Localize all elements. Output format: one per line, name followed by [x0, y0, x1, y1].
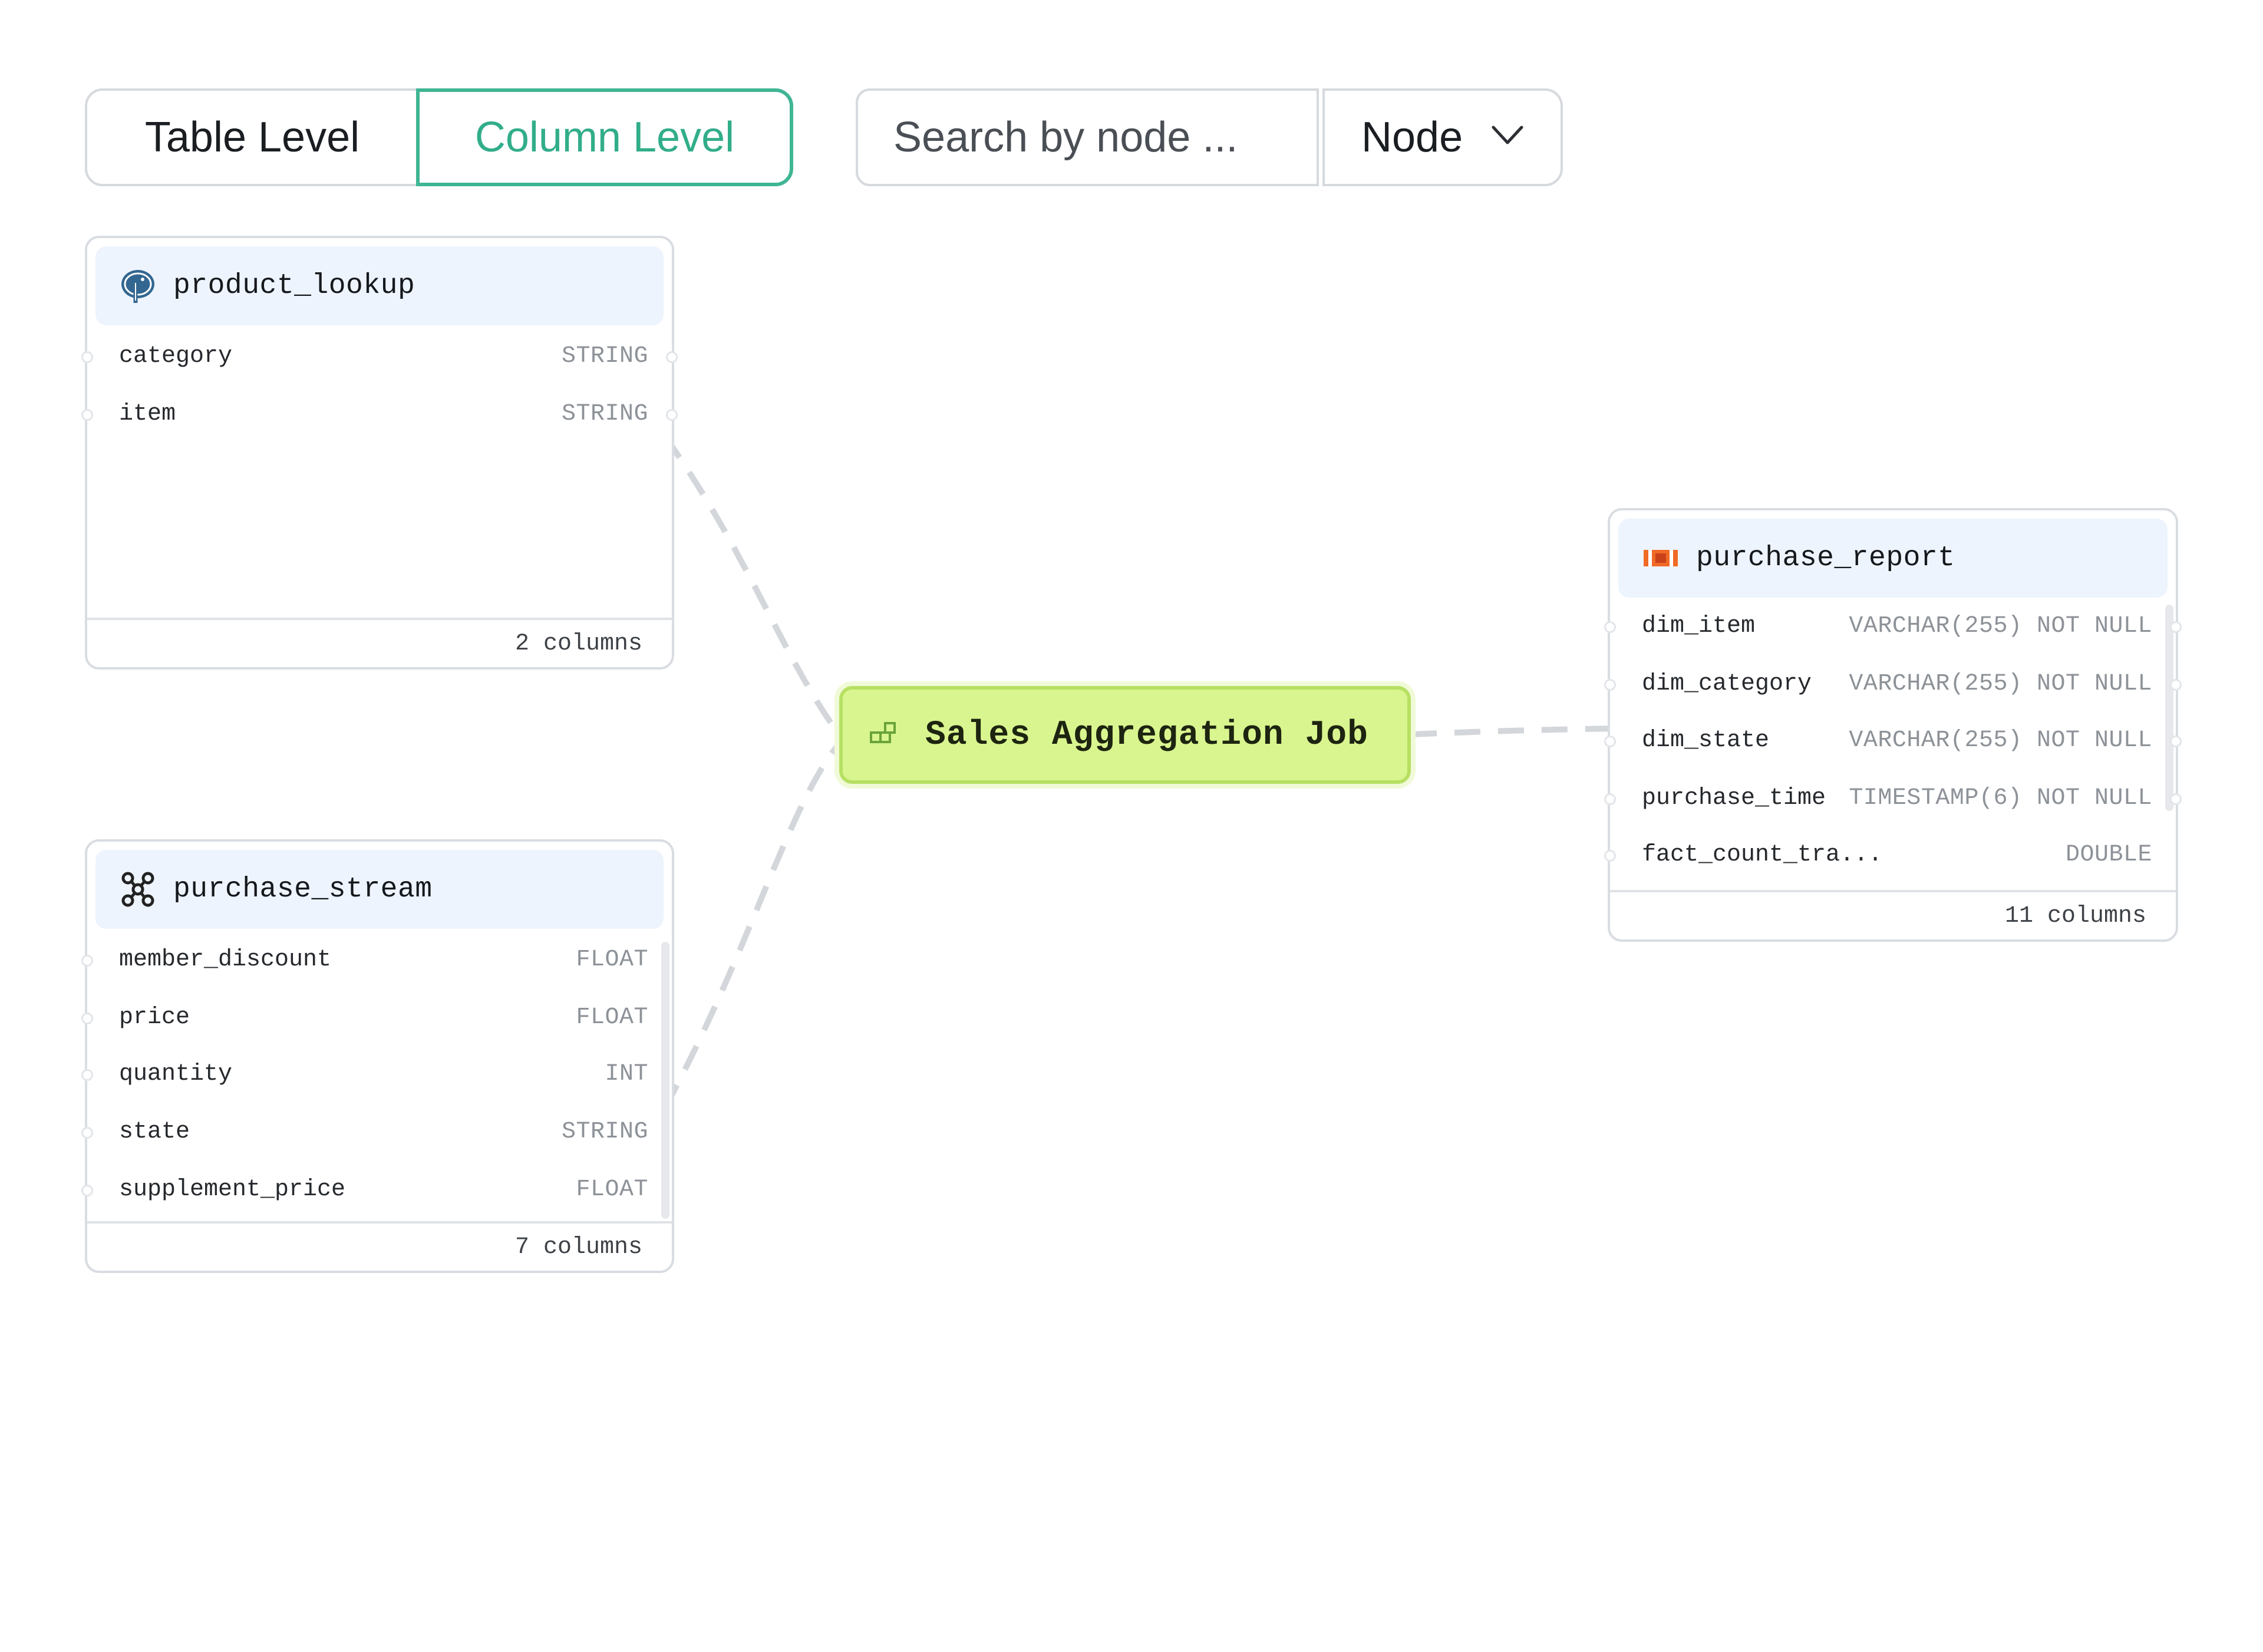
- column-type: VARCHAR(255) NOT NULL: [1849, 670, 2152, 697]
- kafka-stream-icon: [117, 868, 159, 911]
- column-row-category[interactable]: category STRING: [119, 338, 648, 374]
- column-count: 7 columns: [514, 1234, 642, 1261]
- column-type: VARCHAR(255) NOT NULL: [1849, 612, 2152, 639]
- card-title: purchase_stream: [173, 873, 433, 905]
- node-card-product-lookup[interactable]: product_lookup category STRING item STRI…: [81, 236, 678, 670]
- table-level-label: Table Level: [144, 114, 360, 161]
- column-type: TIMESTAMP(6) NOT NULL: [1849, 784, 2152, 812]
- node-card-purchase-stream[interactable]: purchase_stream member_discount FLOAT pr…: [81, 839, 674, 1273]
- card-header[interactable]: purchase_stream: [95, 850, 664, 929]
- input-port[interactable]: [81, 409, 93, 421]
- column-type: FLOAT: [576, 946, 648, 973]
- input-port[interactable]: [1604, 736, 1616, 747]
- card-header[interactable]: product_lookup: [95, 246, 664, 325]
- column-name: dim_category: [1642, 670, 1812, 697]
- column-name: fact_count_tra...: [1642, 841, 1883, 868]
- column-count-footer: 7 columns: [87, 1221, 672, 1271]
- edge-job-to-purchase-report[interactable]: [1410, 726, 1615, 737]
- column-row-purchase-time[interactable]: purchase_time TIMESTAMP(6) NOT NULL: [1642, 780, 2152, 816]
- input-port[interactable]: [81, 1013, 93, 1024]
- output-port[interactable]: [2170, 793, 2182, 805]
- input-port[interactable]: [1604, 850, 1616, 862]
- card-header[interactable]: purchase_report: [1618, 519, 2168, 598]
- column-type: DOUBLE: [2065, 841, 2152, 868]
- column-name: dim_state: [1642, 727, 1770, 754]
- job-node-label: Sales Aggregation Job: [925, 715, 1368, 754]
- table-level-button[interactable]: Table Level: [85, 88, 420, 186]
- scrollbar[interactable]: [2165, 605, 2173, 811]
- column-name: state: [119, 1118, 190, 1145]
- postgresql-elephant-icon: [117, 265, 159, 307]
- node-type-select[interactable]: Node: [1322, 88, 1563, 186]
- column-name: price: [119, 1004, 190, 1031]
- scrollbar[interactable]: [661, 942, 669, 1219]
- input-port[interactable]: [1604, 679, 1616, 691]
- column-row-supplement-price[interactable]: supplement_price FLOAT: [119, 1172, 648, 1207]
- edge-purchase-stream-to-job[interactable]: [662, 741, 842, 1110]
- column-type: FLOAT: [576, 1176, 648, 1203]
- output-port[interactable]: [666, 351, 678, 363]
- column-count-footer: 2 columns: [87, 618, 672, 667]
- column-name: item: [119, 400, 176, 427]
- input-port[interactable]: [81, 1127, 93, 1139]
- column-type: FLOAT: [576, 1004, 648, 1031]
- output-port[interactable]: [2170, 679, 2182, 691]
- output-port[interactable]: [2170, 621, 2182, 633]
- column-type: INT: [605, 1060, 648, 1087]
- column-type: STRING: [561, 342, 648, 370]
- chevron-down-icon: [1492, 126, 1523, 144]
- column-row-member-discount[interactable]: member_discount FLOAT: [119, 942, 648, 977]
- output-port[interactable]: [2170, 736, 2182, 747]
- job-blocks-icon: [869, 721, 902, 750]
- column-row-item[interactable]: item STRING: [119, 396, 648, 431]
- column-count-footer: 11 columns: [1610, 890, 2176, 939]
- node-select-value: Node: [1361, 114, 1463, 161]
- column-name: dim_item: [1642, 612, 1756, 639]
- input-port[interactable]: [81, 955, 93, 967]
- node-card-purchase-report[interactable]: purchase_report dim_item VARCHAR(255) NO…: [1604, 508, 2182, 942]
- column-count: 2 columns: [514, 630, 642, 657]
- column-row-dim-category[interactable]: dim_category VARCHAR(255) NOT NULL: [1642, 666, 2152, 701]
- card-title: purchase_report: [1696, 542, 1955, 574]
- column-row-state[interactable]: state STRING: [119, 1114, 648, 1149]
- column-row-dim-state[interactable]: dim_state VARCHAR(255) NOT NULL: [1642, 723, 2152, 758]
- column-type: VARCHAR(255) NOT NULL: [1849, 727, 2152, 754]
- column-name: quantity: [119, 1060, 233, 1087]
- input-port[interactable]: [81, 1069, 93, 1081]
- column-row-fact-count[interactable]: fact_count_tra... DOUBLE: [1642, 837, 2152, 872]
- output-port[interactable]: [666, 409, 678, 421]
- column-name: member_discount: [119, 946, 332, 973]
- search-placeholder: Search by node ...: [893, 114, 1238, 161]
- input-port[interactable]: [1604, 793, 1616, 805]
- column-name: category: [119, 342, 233, 370]
- column-level-label: Column Level: [474, 114, 735, 161]
- column-row-quantity[interactable]: quantity INT: [119, 1056, 648, 1092]
- search-input[interactable]: Search by node ...: [856, 88, 1319, 186]
- column-row-price[interactable]: price FLOAT: [119, 1000, 648, 1035]
- column-level-button[interactable]: Column Level: [416, 88, 793, 186]
- column-row-dim-item[interactable]: dim_item VARCHAR(255) NOT NULL: [1642, 608, 2152, 644]
- column-type: STRING: [561, 1118, 648, 1145]
- column-count: 11 columns: [2004, 902, 2146, 929]
- edge-product-lookup-to-job[interactable]: [662, 434, 842, 736]
- input-port[interactable]: [1604, 621, 1616, 633]
- column-name: supplement_price: [119, 1176, 346, 1203]
- job-node-sales-aggregation[interactable]: Sales Aggregation Job: [839, 686, 1411, 784]
- card-title: product_lookup: [173, 270, 415, 302]
- column-name: purchase_time: [1642, 784, 1826, 812]
- input-port[interactable]: [81, 351, 93, 363]
- iceberg-table-icon: [1639, 537, 1682, 579]
- input-port[interactable]: [81, 1185, 93, 1196]
- column-type: STRING: [561, 400, 648, 427]
